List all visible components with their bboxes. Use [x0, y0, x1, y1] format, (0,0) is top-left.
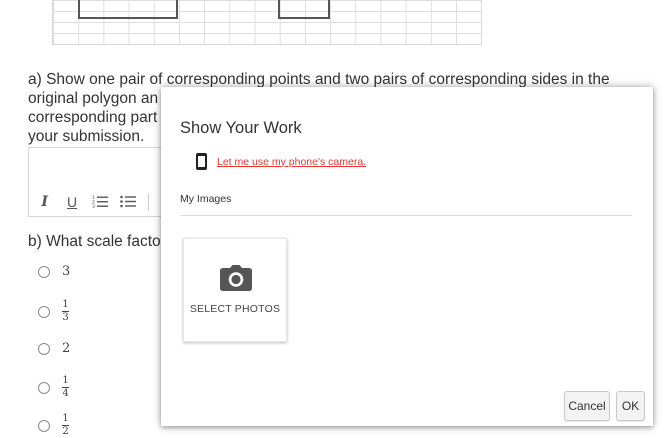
numerator: 1	[62, 375, 69, 386]
option-one-fourth[interactable]: 14	[38, 376, 69, 399]
radio-button[interactable]	[38, 381, 50, 394]
option-one-half[interactable]: 12	[38, 414, 69, 437]
ok-button[interactable]: OK	[616, 391, 645, 421]
radio-button[interactable]	[38, 342, 50, 355]
numerator: 1	[62, 299, 69, 310]
numbered-list-icon[interactable]: 123	[92, 194, 108, 211]
scaled-polygon	[278, 0, 330, 19]
underline-icon[interactable]: U	[64, 194, 79, 210]
svg-text:3: 3	[92, 204, 95, 208]
option-3[interactable]: 3	[38, 264, 70, 279]
fraction: 14	[62, 376, 69, 399]
editor-toolbar: I U 123 π	[29, 188, 176, 216]
answer-editor[interactable]: I U 123 π	[28, 147, 172, 217]
radio-button[interactable]	[38, 265, 50, 278]
fraction: 12	[62, 414, 69, 437]
option-value: 2	[62, 341, 71, 356]
option-value: 3	[62, 264, 71, 279]
my-images-label: My Images	[180, 193, 232, 205]
phone-camera-link[interactable]: Let me use my phone's camera.	[217, 156, 366, 168]
select-photos-button[interactable]: SELECT PHOTOS	[183, 238, 287, 342]
italic-icon[interactable]: I	[37, 194, 52, 210]
show-your-work-dialog: Show Your Work Let me use my phone's cam…	[161, 87, 653, 426]
dialog-title: Show Your Work	[180, 119, 302, 137]
denominator: 3	[62, 312, 69, 323]
radio-button[interactable]	[38, 305, 50, 318]
divider	[180, 215, 632, 216]
camera-icon	[220, 265, 252, 291]
phone-icon	[196, 153, 207, 170]
radio-button[interactable]	[38, 419, 50, 432]
numerator: 1	[62, 413, 69, 424]
fraction: 13	[62, 300, 69, 323]
toolbar-divider	[147, 193, 149, 211]
phone-camera-option[interactable]: Let me use my phone's camera.	[196, 153, 366, 170]
cancel-button[interactable]: Cancel	[564, 391, 610, 421]
option-2[interactable]: 2	[38, 341, 70, 356]
select-photos-label: SELECT PHOTOS	[189, 303, 281, 315]
question-b-text: b) What scale facto	[28, 233, 161, 250]
bulleted-list-icon[interactable]	[119, 194, 136, 211]
denominator: 4	[62, 388, 69, 399]
option-one-third[interactable]: 13	[38, 300, 69, 323]
denominator: 2	[62, 426, 69, 437]
original-polygon	[78, 0, 178, 19]
